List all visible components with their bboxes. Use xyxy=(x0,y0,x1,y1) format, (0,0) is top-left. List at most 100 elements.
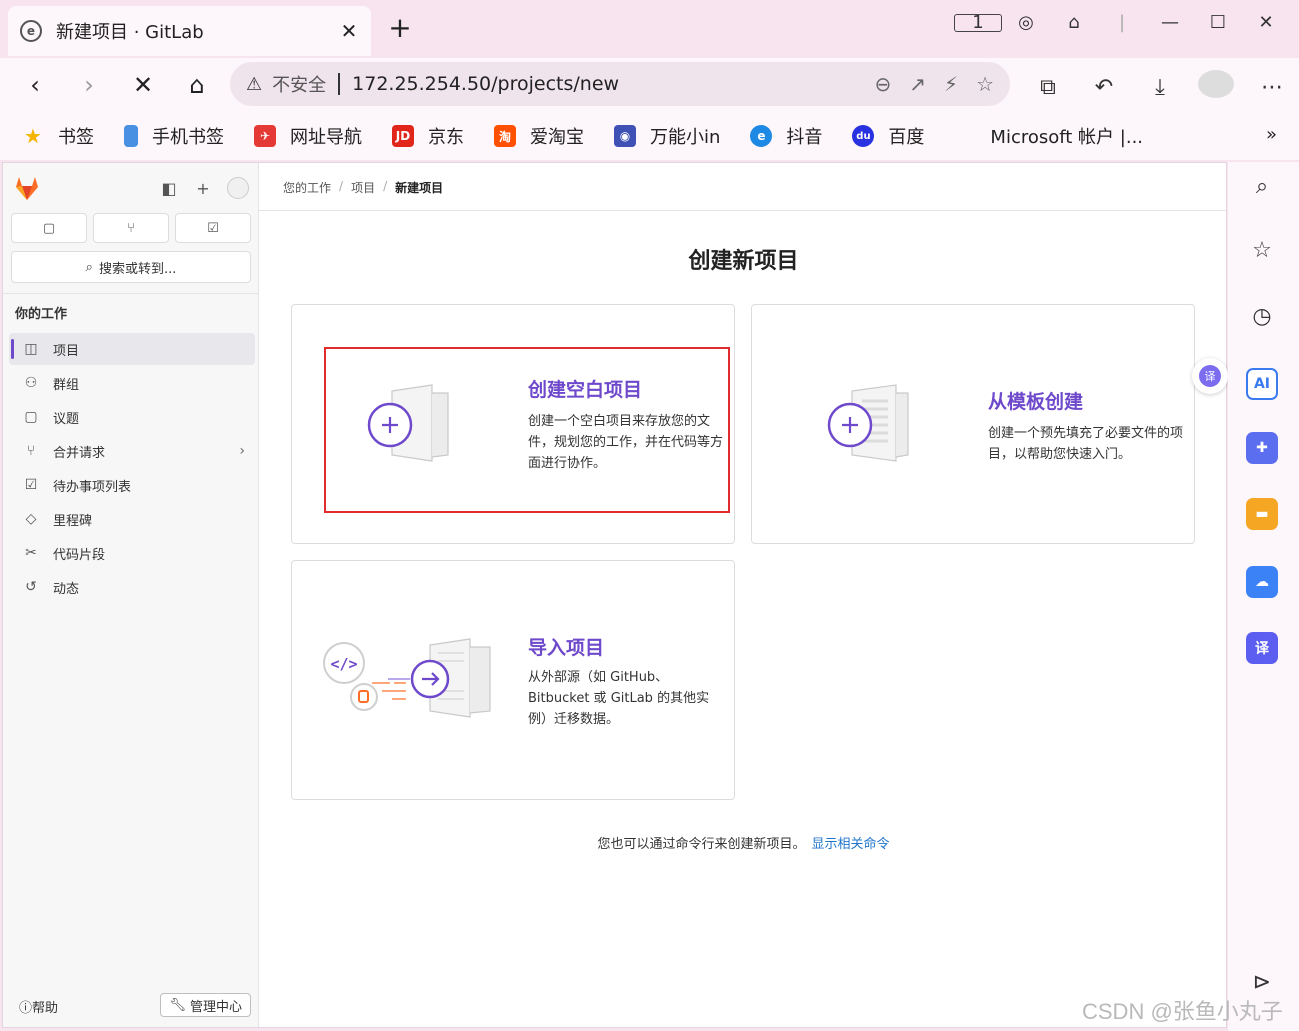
sidebar-item-issues[interactable]: ▢ 议题 xyxy=(9,401,255,433)
todos-counter-button[interactable]: ☑ xyxy=(175,213,251,243)
help-button[interactable]: ⓘ帮助 xyxy=(19,997,58,1016)
bookmark-item[interactable]: JD 京东 xyxy=(392,123,464,149)
incognito-icon[interactable]: ◎ xyxy=(1002,12,1050,33)
chevron-right-icon[interactable]: › xyxy=(239,443,245,459)
create-blank-project-card[interactable]: 创建空白项目 创建一个空白项目来存放您的文件，规划您的工作，并在代码等方面进行协… xyxy=(291,304,735,544)
breadcrumb-item[interactable]: 项目 xyxy=(351,179,375,196)
bookmark-item[interactable]: ★ 书签 xyxy=(22,123,94,149)
insecure-label: 不安全 xyxy=(272,75,327,96)
back-icon[interactable]: ‹ xyxy=(20,70,50,100)
zoom-out-icon[interactable]: ⊖ xyxy=(874,72,891,96)
bookmark-item[interactable]: e 抖音 xyxy=(750,123,822,149)
new-tab-button[interactable]: + xyxy=(386,14,414,42)
url-text[interactable]: 172.25.254.50/projects/new xyxy=(352,73,874,95)
undo-icon[interactable]: ↶ xyxy=(1086,75,1122,100)
search-label: 搜索或转到... xyxy=(98,261,177,277)
bookmark-label: 百度 xyxy=(888,127,925,148)
history-icon[interactable]: ◷ xyxy=(1246,300,1278,332)
tab-count-button[interactable]: 1 xyxy=(954,12,1002,33)
nav-icon: ✈ xyxy=(254,125,276,147)
project-icon: ◫ xyxy=(24,341,38,357)
translate-float-button[interactable]: 译 xyxy=(1192,358,1228,394)
minimize-icon[interactable]: — xyxy=(1146,12,1194,33)
template-illustration-icon xyxy=(827,384,909,462)
sidebar-item-projects[interactable]: ◫ 项目 xyxy=(9,333,255,365)
bookmarks-bar: ★ 书签 手机书签 ✈ 网址导航 JD 京东 淘爱淘宝 ◉ 万能小in e 抖音 du 百度… xyxy=(0,112,1299,160)
card-description: 从外部源（如 GitHub、Bitbucket 或 GitLab 的其他实例）迁… xyxy=(528,670,710,727)
sidebar-item-activity[interactable]: ↺ 动态 xyxy=(9,571,255,603)
card-title: 从模板创建 xyxy=(988,391,1084,413)
merge-request-icon: ⑂ xyxy=(127,220,135,236)
translate-icon: 译 xyxy=(1199,365,1221,387)
home-icon[interactable]: ⌂ xyxy=(182,70,212,100)
search-icon[interactable]: ⌕ xyxy=(1246,170,1278,202)
profile-avatar[interactable] xyxy=(1198,70,1234,104)
star-icon: ★ xyxy=(24,124,42,148)
shirt-icon[interactable]: ⌂ xyxy=(1050,12,1098,33)
extensions-icon[interactable]: ⧉ xyxy=(1030,75,1066,100)
toolbox-icon[interactable]: ▬ xyxy=(1246,498,1278,530)
sidebar-item-todos[interactable]: ☑ 待办事项列表 xyxy=(9,469,255,501)
lightning-icon[interactable]: ⚡ xyxy=(944,72,958,96)
favorites-icon[interactable]: ☆ xyxy=(1246,234,1278,266)
bookmark-item[interactable]: ◉ 万能小in xyxy=(614,123,720,149)
sidebar-nav: ◫ 项目 ⚇ 群组 ▢ 议题 ⑂ 合并请求 › ☑ 待办事项列表 ◇ 里程碑 ✂ 代码片段 ↺ 动… xyxy=(9,333,255,605)
show-command-link[interactable]: 显示相关命令 xyxy=(812,837,890,852)
sidebar-item-milestones[interactable]: ◇ 里程碑 xyxy=(9,503,255,535)
maximize-icon[interactable]: ☐ xyxy=(1194,12,1242,33)
todo-icon: ☑ xyxy=(24,477,38,493)
tab-close-icon[interactable]: ✕ xyxy=(339,19,359,43)
merge-requests-counter-button[interactable]: ⑂ xyxy=(93,213,169,243)
bookmarks-overflow-icon[interactable]: » xyxy=(1266,124,1277,145)
breadcrumb-item[interactable]: 您的工作 xyxy=(283,179,331,196)
url-bar[interactable]: ⚠ 不安全 172.25.254.50/projects/new ⊖ ↗ ⚡ ☆ xyxy=(230,62,1010,106)
search-button[interactable]: ⌕ 搜索或转到... xyxy=(11,251,251,283)
issues-counter-button[interactable]: ▢ xyxy=(11,213,87,243)
bookmark-label: 万能小in xyxy=(650,127,721,148)
browser-tab-bar: e 新建项目 · GitLab ✕ + 1 ◎ ⌂ | — ☐ ✕ xyxy=(0,0,1299,58)
breadcrumb: 您的工作 / 项目 / 新建项目 xyxy=(283,179,443,196)
admin-area-button[interactable]: 🔧︎ 管理中心 xyxy=(160,993,251,1017)
cloud-icon[interactable]: ☁ xyxy=(1246,566,1278,598)
bookmark-item[interactable]: ✈ 网址导航 xyxy=(254,123,362,149)
sidebar-footer: ⓘ帮助 🔧︎ 管理中心 xyxy=(3,989,259,1027)
microsoft-icon xyxy=(954,125,976,147)
forward-icon[interactable]: › xyxy=(74,70,104,100)
gitlab-logo-icon[interactable] xyxy=(13,175,41,201)
divider: | xyxy=(1118,12,1126,33)
stop-loading-icon[interactable]: ✕ xyxy=(128,70,158,100)
bookmark-label: 爱淘宝 xyxy=(530,127,584,148)
close-window-icon[interactable]: ✕ xyxy=(1242,12,1290,33)
sidebar-item-snippets[interactable]: ✂ 代码片段 xyxy=(9,537,255,569)
watermark: CSDN @张鱼小丸子 xyxy=(1082,999,1283,1024)
sidebar-item-merge-requests[interactable]: ⑂ 合并请求 › xyxy=(9,435,255,467)
url-separator xyxy=(338,73,341,95)
tab-count-icon: 1 xyxy=(954,14,1002,32)
warning-icon: ⚠ xyxy=(246,73,263,95)
merge-request-icon: ⑂ xyxy=(26,443,36,459)
create-new-icon[interactable]: + xyxy=(193,179,213,198)
collapse-sidebar-icon[interactable]: ◧ xyxy=(159,179,179,198)
bookmark-item[interactable]: Microsoft 帐户 |... xyxy=(954,123,1143,149)
bookmark-item[interactable]: 手机书签 xyxy=(124,123,224,149)
import-project-card[interactable]: </> 导入项目 从外部源（如 GitHub、Bitbucket 或 GitLa… xyxy=(291,560,735,800)
translate-icon[interactable]: 译 xyxy=(1246,632,1278,664)
favorite-star-icon[interactable]: ☆ xyxy=(976,72,994,96)
bookmark-item[interactable]: 淘爱淘宝 xyxy=(494,123,584,149)
address-bar-row: ‹ › ✕ ⌂ ⚠ 不安全 172.25.254.50/projects/new… xyxy=(0,58,1299,112)
gitlab-sidebar: ◧ + ▢ ⑂ ☑ ⌕ 搜索或转到... 你的工作 ◫ 项目 ⚇ 群组 ▢ 议题 ⑂ 合… xyxy=(3,163,259,1027)
browser-tab[interactable]: e 新建项目 · GitLab ✕ xyxy=(8,6,371,56)
game-icon[interactable]: ✚ xyxy=(1246,432,1278,464)
bookmark-label: 书签 xyxy=(58,127,94,148)
download-icon[interactable]: ⤓ xyxy=(1142,75,1178,100)
bookmark-label: 网址导航 xyxy=(290,127,362,148)
more-menu-icon[interactable]: ⋯ xyxy=(1254,75,1290,100)
help-icon: ⓘ xyxy=(19,1001,33,1016)
ai-icon[interactable]: AI xyxy=(1246,368,1278,400)
sidebar-item-groups[interactable]: ⚇ 群组 xyxy=(9,367,255,399)
user-avatar[interactable] xyxy=(227,177,249,199)
share-icon[interactable]: ↗ xyxy=(909,72,926,96)
create-from-template-card[interactable]: 从模板创建 创建一个预先填充了必要文件的项目，以帮助您快速入门。 xyxy=(751,304,1195,544)
sidebar-divider xyxy=(3,293,259,294)
bookmark-item[interactable]: du 百度 xyxy=(852,123,924,149)
